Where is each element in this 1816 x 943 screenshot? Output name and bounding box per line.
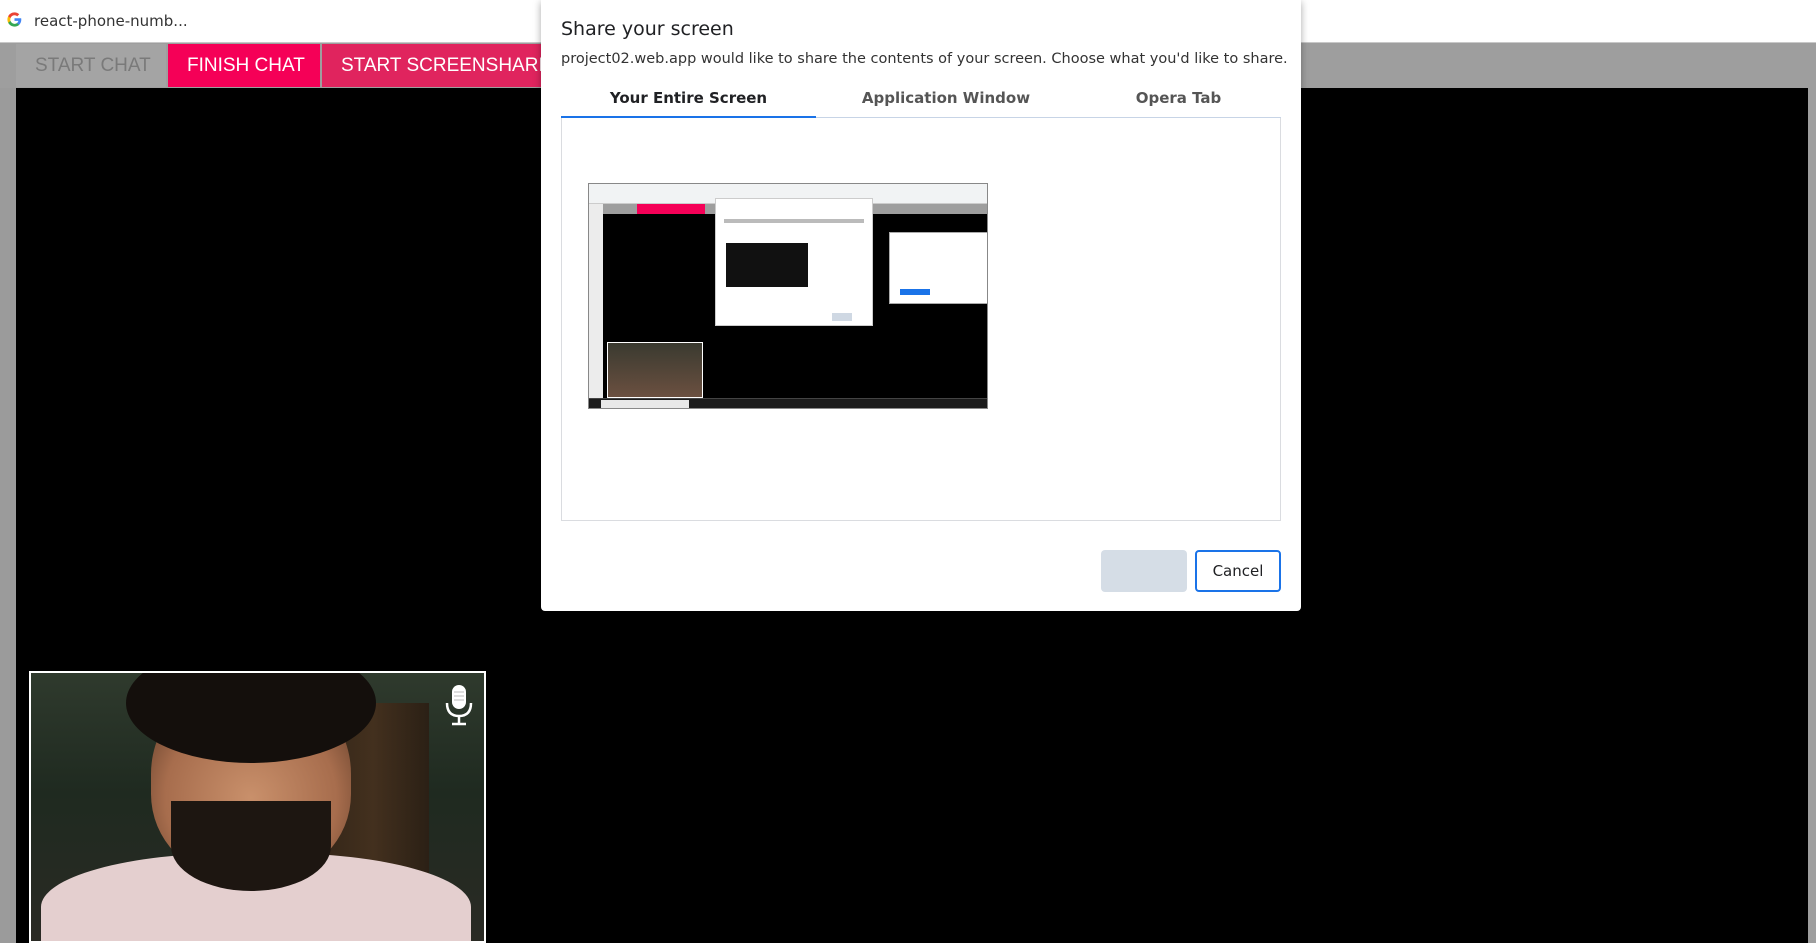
start-screensharing-button[interactable]: START SCREENSHARI bbox=[322, 44, 542, 87]
thumbnail-dialog-text bbox=[724, 219, 864, 223]
start-chat-button[interactable]: START CHAT bbox=[16, 44, 166, 87]
thumbnail-popup-button bbox=[900, 289, 930, 295]
entire-screen-thumbnail[interactable] bbox=[588, 183, 988, 409]
thumbnail-dialog bbox=[715, 198, 873, 326]
thumbnail-taskbar-search bbox=[601, 400, 689, 408]
thumbnail-dialog-preview bbox=[726, 243, 808, 287]
google-icon bbox=[7, 12, 22, 27]
tab-application-window[interactable]: Application Window bbox=[816, 86, 1076, 118]
thumbnail-sidebar bbox=[589, 204, 603, 398]
person-beard bbox=[171, 801, 331, 891]
local-video-tile[interactable] bbox=[29, 671, 486, 943]
dialog-title: Share your screen bbox=[561, 18, 734, 40]
thumbnail-dialog-button bbox=[832, 313, 852, 321]
dialog-message: project02.web.app would like to share th… bbox=[561, 51, 1288, 67]
share-button[interactable] bbox=[1101, 550, 1187, 592]
screen-list-panel bbox=[561, 118, 1281, 521]
tab-your-entire-screen[interactable]: Your Entire Screen bbox=[561, 86, 816, 118]
thumbnail-pink-buttons bbox=[637, 204, 705, 214]
thumbnail-popup bbox=[889, 232, 987, 304]
share-screen-dialog: Share your screen project02.web.app woul… bbox=[541, 0, 1301, 611]
microphone-icon[interactable] bbox=[443, 683, 475, 727]
thumbnail-local-video bbox=[607, 342, 703, 398]
tab-opera-tab[interactable]: Opera Tab bbox=[1076, 86, 1281, 118]
page-scroll-edge bbox=[1808, 88, 1816, 943]
finish-chat-button[interactable]: FINISH CHAT bbox=[168, 44, 320, 87]
share-source-tabs: Your Entire Screen Application Window Op… bbox=[561, 86, 1281, 118]
browser-tab-title[interactable]: react-phone-numb... bbox=[34, 12, 188, 30]
cancel-button[interactable]: Cancel bbox=[1195, 550, 1281, 592]
